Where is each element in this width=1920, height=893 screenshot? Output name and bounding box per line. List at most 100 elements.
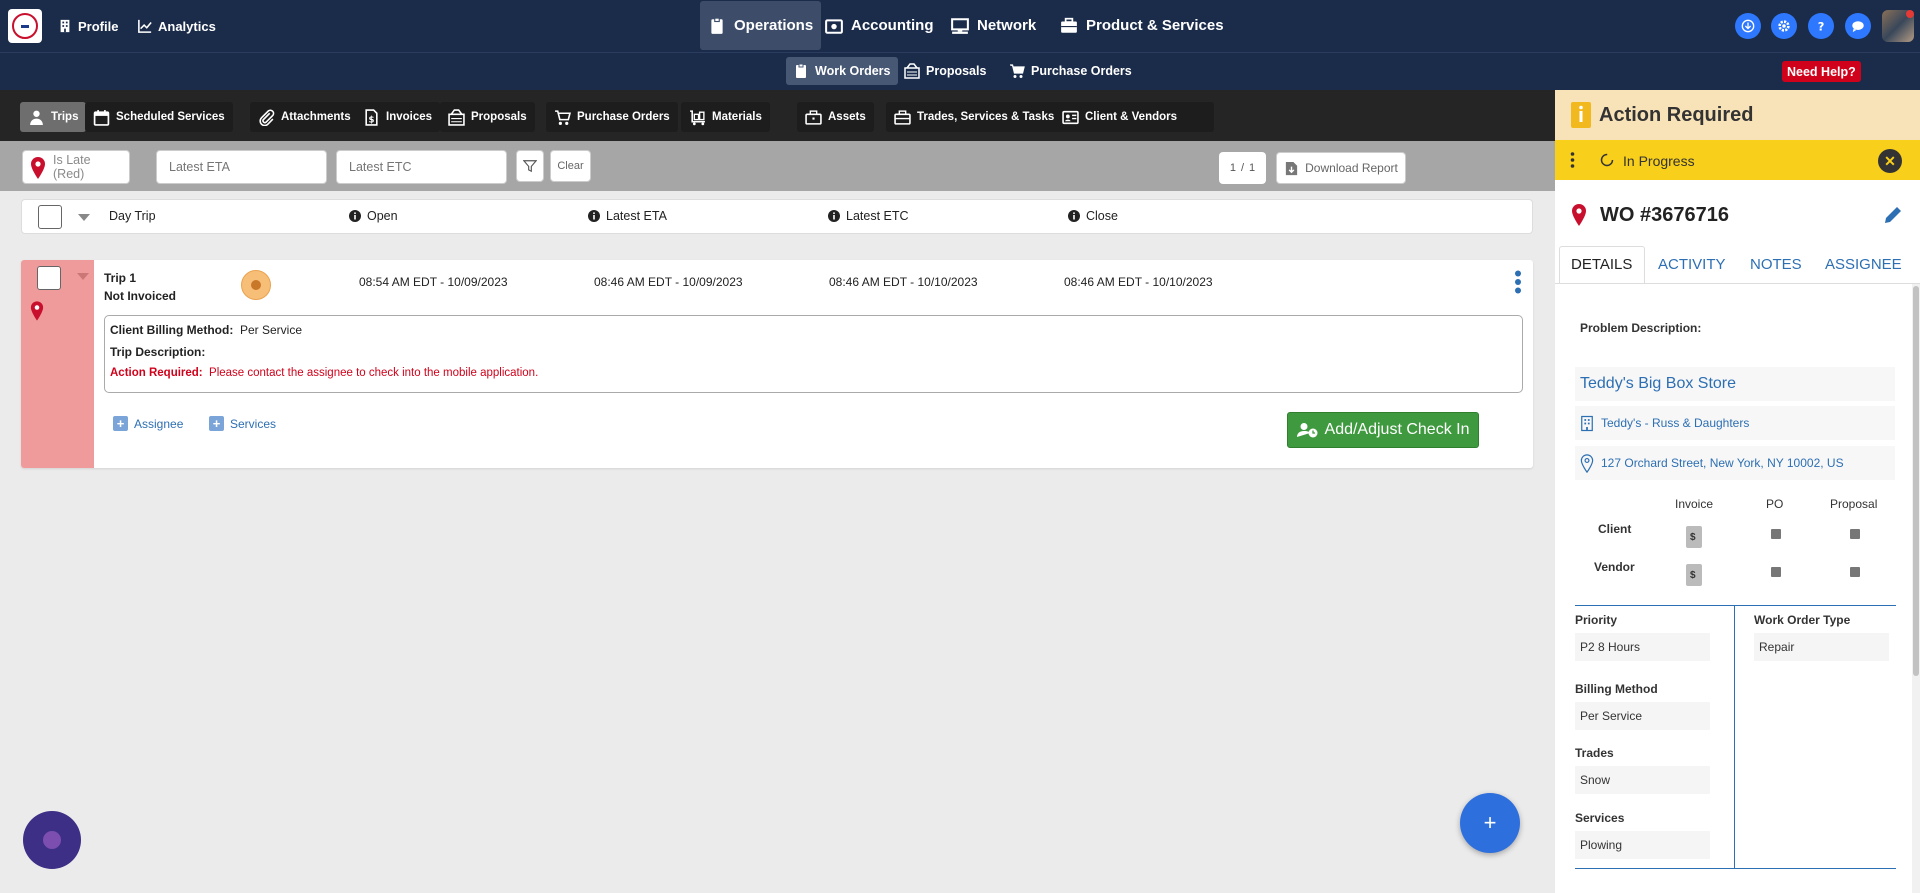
subnav-purchase-orders[interactable]: Purchase Orders [1002,57,1139,85]
close-panel-button[interactable]: ✕ [1878,149,1902,173]
status-label: In Progress [1623,153,1695,169]
trips-table-header: Day Trip Open Latest ETA Latest ETC Clos… [21,199,1533,234]
panel-tab-assignee[interactable]: ASSIGNEE [1825,256,1902,273]
trip-details-box: Client Billing Method: Per Service Trip … [104,315,1523,393]
need-help-button[interactable]: Need Help? [1782,61,1861,82]
cart-icon [555,109,571,125]
wo-type-value: Repair [1754,633,1889,661]
trip-eta-time: 08:46 AM EDT - 10/09/2023 [594,275,743,289]
header-open[interactable]: Open [349,209,398,223]
tab-materials[interactable]: Materials [681,102,770,132]
download-button[interactable] [1735,13,1761,39]
info-icon [588,210,600,222]
tab-client-vendors[interactable]: Client & Vendors [1054,102,1214,132]
plus-icon: + [209,416,224,431]
subnav-work-orders[interactable]: Work Orders [786,57,898,85]
tab-invoices[interactable]: $ Invoices [355,102,441,132]
caret-down-icon[interactable] [78,214,90,221]
client-invoice-icon[interactable] [1686,526,1702,548]
row-vendor: Vendor [1594,560,1635,574]
user-avatar[interactable] [1882,10,1914,42]
nav-operations[interactable]: Operations [700,1,822,50]
tab-trips[interactable]: Trips [20,102,87,132]
person-icon [30,110,43,125]
info-icon [828,210,840,222]
clipboard-icon [796,63,806,78]
panel-tab-notes[interactable]: NOTES [1750,256,1802,273]
info-icon [349,210,361,222]
panel-tab-details[interactable]: DETAILS [1571,256,1632,273]
header-close[interactable]: Close [1068,209,1118,223]
filter-button[interactable] [516,150,544,182]
store-address[interactable]: 127 Orchard Street, New York, NY 10002, … [1575,446,1895,480]
tab-proposals[interactable]: Proposals [440,102,535,132]
header-latest-eta[interactable]: Latest ETA [588,209,667,223]
trades-value: Snow [1575,766,1710,794]
nav-accounting[interactable]: Accounting [817,1,942,50]
nav-network[interactable]: Network [943,1,1044,50]
billing-method-label: Client Billing Method: [110,323,234,337]
tab-attachments[interactable]: Attachments [250,102,359,132]
nav-product-services[interactable]: Product & Services [1052,1,1232,50]
pagination[interactable]: 1 / 1 [1219,152,1266,184]
company-logo[interactable] [8,9,42,43]
chat-button[interactable] [1845,13,1871,39]
add-services-link[interactable]: + Services [209,416,276,431]
latest-eta-input[interactable] [156,150,327,184]
problem-description-label: Problem Description: [1580,321,1702,335]
subnav-proposals[interactable]: Proposals [897,57,993,85]
header-day-trip[interactable]: Day Trip [109,209,156,223]
nav-analytics[interactable]: Analytics [138,0,216,52]
caret-down-icon[interactable] [77,273,89,280]
notification-dot [1906,10,1914,18]
panel-scrollbar-thumb[interactable] [1913,286,1919,676]
trip-menu-button[interactable] [1514,270,1522,294]
tab-purchase-orders[interactable]: Purchase Orders [546,102,678,132]
add-fab-button[interactable]: + [1460,793,1520,853]
location-outline-icon [1580,453,1594,473]
store-name[interactable]: Teddy's Big Box Store [1575,367,1895,401]
action-required-text: Please contact the assignee to check int… [209,367,539,379]
vendor-invoice-icon[interactable] [1686,564,1702,586]
chat-widget-button[interactable] [23,811,81,869]
proposal-icon [448,108,465,126]
map-pin-icon [31,157,45,179]
pager-total: 1 [1249,162,1256,174]
add-adjust-check-in-button[interactable]: Add/Adjust Check In [1287,412,1479,448]
trip-description-label: Trip Description: [110,345,206,359]
download-report-button[interactable]: Download Report [1276,152,1406,184]
vertical-dots-icon[interactable] [1570,152,1575,168]
clear-filters-button[interactable]: Clear [550,150,591,182]
action-required-label: Action Required: [110,367,203,379]
col-po: PO [1766,497,1784,511]
alert-icon [1571,102,1591,128]
latest-etc-input[interactable] [336,150,507,184]
services-label: Services [1575,811,1625,825]
trip-close-time: 08:46 AM EDT - 10/10/2023 [1064,275,1213,289]
file-download-icon [1286,161,1298,175]
proposal-icon [904,63,920,79]
nav-profile[interactable]: Profile [58,0,118,52]
billing-method-label: Billing Method [1575,682,1658,696]
user-clock-icon [1296,423,1318,438]
select-all-checkbox[interactable] [38,205,62,229]
trip-name[interactable]: Trip 1 [104,271,136,285]
settings-button[interactable] [1771,13,1797,39]
trip-checkbox[interactable] [37,266,61,290]
col-invoice: Invoice [1675,497,1714,511]
tab-trades-services-tasks[interactable]: Trades, Services & Tasks [886,102,1063,132]
priority-label: Priority [1575,613,1618,627]
id-card-icon [1062,110,1079,124]
store-location[interactable]: Teddy's - Russ & Daughters [1575,406,1895,440]
header-latest-etc[interactable]: Latest ETC [828,209,909,223]
edit-pencil-icon[interactable] [1883,205,1903,225]
panel-tab-activity[interactable]: ACTIVITY [1658,256,1726,273]
help-button[interactable]: ? [1808,13,1834,39]
vendor-avatar[interactable] [241,270,271,300]
add-assignee-link[interactable]: + Assignee [113,416,183,431]
late-filter[interactable]: Is Late (Red) [22,150,130,184]
invoice-icon: $ [365,108,378,126]
tab-assets[interactable]: Assets [797,102,874,132]
gear-icon [1778,20,1790,32]
tab-scheduled-services[interactable]: Scheduled Services [85,102,233,132]
